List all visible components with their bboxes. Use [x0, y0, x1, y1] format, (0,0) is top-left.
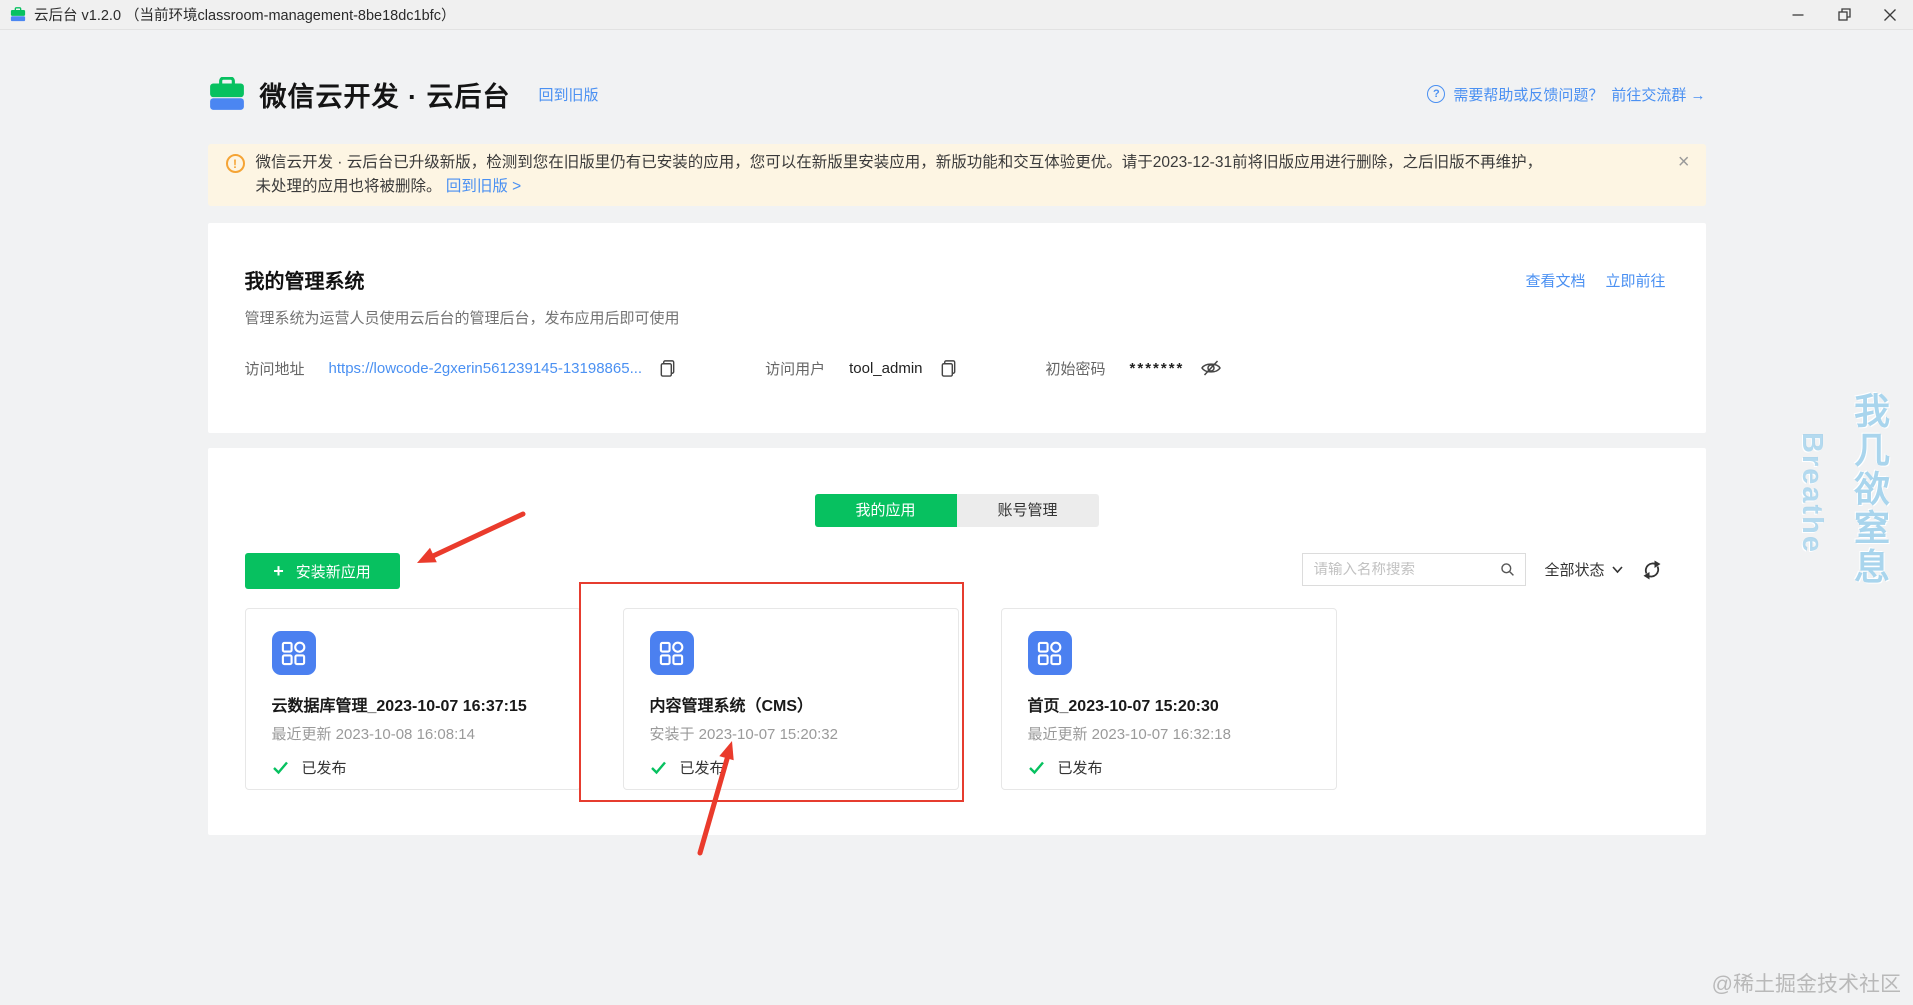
status-badge: 已发布 — [301, 760, 347, 777]
banner-close-icon[interactable]: × — [1678, 152, 1690, 172]
status-badge: 已发布 — [1057, 760, 1103, 777]
join-group-link[interactable]: 前往交流群 → — [1611, 84, 1705, 105]
status-filter-dropdown[interactable]: 全部状态 — [1544, 559, 1623, 580]
refresh-button[interactable] — [1641, 559, 1663, 581]
window-controls — [1775, 0, 1913, 30]
page-title: 微信云开发 · 云后台 — [259, 81, 511, 112]
section-title: 我的管理系统 — [244, 271, 365, 293]
copy-icon — [660, 360, 675, 377]
copy-user-button[interactable] — [939, 358, 958, 378]
management-system-panel: 我的管理系统 查看文档 立即前往 管理系统为运营人员使用云后台的管理后台，发布应… — [207, 223, 1706, 433]
watermark-chinese: 我几欲窒息 — [1849, 392, 1890, 587]
apps-tabs: 我的应用 账号管理 — [814, 494, 1099, 527]
access-info-row: 访问地址 https://lowcode-2gxerin561239145-13… — [245, 357, 1223, 379]
search-icon[interactable] — [1500, 560, 1515, 579]
minimize-button[interactable] — [1775, 0, 1821, 30]
restore-button[interactable] — [1821, 0, 1867, 30]
status-badge: 已发布 — [679, 760, 725, 777]
upgrade-warning-banner: ! 微信云开发 · 云后台已升级新版，检测到您在旧版里仍有已安装的应用，您可以在… — [207, 144, 1706, 206]
app-card-cms[interactable]: 内容管理系统（CMS） 安装于 2023-10-07 15:20:32 已发布 — [622, 608, 959, 790]
minimize-icon — [1792, 13, 1804, 16]
address-label: 访问地址 — [244, 360, 305, 378]
question-circle-icon: ? — [1427, 85, 1446, 103]
app-card-status: 已发布 — [272, 757, 554, 778]
go-now-link[interactable]: 立即前往 — [1605, 270, 1665, 291]
page-header: 微信云开发 · 云后台 回到旧版 ? 需要帮助或反馈问题？ 前往交流群 → — [208, 30, 1706, 122]
tab-account-management[interactable]: 账号管理 — [957, 494, 1099, 527]
check-icon — [272, 761, 288, 775]
app-card-title: 云数据库管理_2023-10-07 16:37:15 — [271, 698, 527, 715]
app-card-meta: 安装于 2023-10-07 15:20:32 — [649, 726, 838, 743]
close-icon — [1884, 8, 1896, 21]
app-card-homepage[interactable]: 首页_2023-10-07 15:20:30 最近更新 2023-10-07 1… — [1000, 608, 1337, 790]
banner-text: 微信云开发 · 云后台已升级新版，检测到您在旧版里仍有已安装的应用，您可以在新版… — [256, 151, 1543, 199]
app-card-cloud-database[interactable]: 云数据库管理_2023-10-07 16:37:15 最近更新 2023-10-… — [244, 608, 581, 790]
view-docs-link[interactable]: 查看文档 — [1525, 270, 1585, 291]
help-area[interactable]: ? 需要帮助或反馈问题？ 前往交流群 → — [1427, 84, 1706, 105]
chevron-down-icon — [1611, 565, 1623, 573]
toggle-password-button[interactable] — [1200, 357, 1222, 379]
app-grid-icon — [271, 631, 316, 675]
app-card-meta: 最近更新 2023-10-07 16:32:18 — [1027, 726, 1231, 743]
tab-my-apps[interactable]: 我的应用 — [814, 494, 957, 527]
section-subtitle: 管理系统为运营人员使用云后台的管理后台，发布应用后即可使用 — [244, 310, 680, 327]
annotation-arrow-install-button — [416, 511, 525, 563]
user-label: 访问用户 — [765, 360, 826, 378]
close-button[interactable] — [1867, 0, 1913, 30]
install-button-label: 安装新应用 — [295, 563, 371, 581]
user-value: tool_admin — [849, 359, 923, 377]
install-new-app-button[interactable]: + 安装新应用 — [244, 553, 400, 589]
wechat-cloud-logo-icon — [209, 77, 244, 110]
window-title: 云后台 v1.2.0 （当前环境classroom-management-8be… — [34, 8, 456, 24]
check-icon — [650, 761, 666, 775]
search-input[interactable] — [1313, 561, 1501, 578]
section-links: 查看文档 立即前往 — [1525, 270, 1665, 291]
copy-address-button[interactable] — [658, 358, 677, 378]
password-value: ******* — [1129, 359, 1185, 377]
restore-icon — [1837, 8, 1851, 21]
back-to-old-version-link[interactable]: 回到旧版 — [539, 84, 599, 105]
apps-panel: 我的应用 账号管理 + 安装新应用 全部状态 — [207, 448, 1706, 856]
app-card-title: 首页_2023-10-07 15:20:30 — [1027, 698, 1219, 715]
help-text-link[interactable]: 需要帮助或反馈问题？ — [1453, 84, 1603, 105]
app-grid-icon — [1027, 631, 1072, 675]
search-box[interactable] — [1302, 553, 1527, 586]
address-link[interactable]: https://lowcode-2gxerin561239145-1319886… — [329, 360, 643, 377]
password-label: 初始密码 — [1045, 360, 1106, 378]
watermark-credit: @稀土掘金技术社区 — [1711, 973, 1901, 996]
app-window-icon — [10, 7, 26, 22]
app-card-title: 内容管理系统（CMS） — [649, 698, 814, 715]
watermark-english: Breathe — [1796, 432, 1828, 554]
app-card-status: 已发布 — [650, 757, 932, 778]
app-card-status: 已发布 — [1028, 757, 1310, 778]
app-grid-icon — [649, 631, 694, 675]
status-filter-label: 全部状态 — [1544, 562, 1605, 579]
plus-icon: + — [273, 561, 284, 581]
banner-line2-text: 未处理的应用也将被删除。 — [255, 178, 442, 195]
apps-toolbar: 全部状态 — [1302, 553, 1662, 586]
banner-line1: 微信云开发 · 云后台已升级新版，检测到您在旧版里仍有已安装的应用，您可以在新版… — [255, 154, 1543, 171]
eye-off-icon — [1201, 360, 1222, 376]
check-icon — [1028, 761, 1044, 775]
warning-icon: ! — [225, 154, 245, 173]
banner-line2: 未处理的应用也将被删除。 回到旧版 > — [256, 175, 1543, 199]
banner-back-to-old-link[interactable]: 回到旧版 > — [446, 178, 521, 195]
copy-icon — [941, 360, 955, 377]
app-cards-row: 云数据库管理_2023-10-07 16:37:15 最近更新 2023-10-… — [244, 608, 1337, 790]
refresh-icon — [1643, 560, 1660, 579]
window-titlebar: 云后台 v1.2.0 （当前环境classroom-management-8be… — [0, 0, 1913, 30]
app-card-meta: 最近更新 2023-10-08 16:08:14 — [271, 726, 475, 743]
